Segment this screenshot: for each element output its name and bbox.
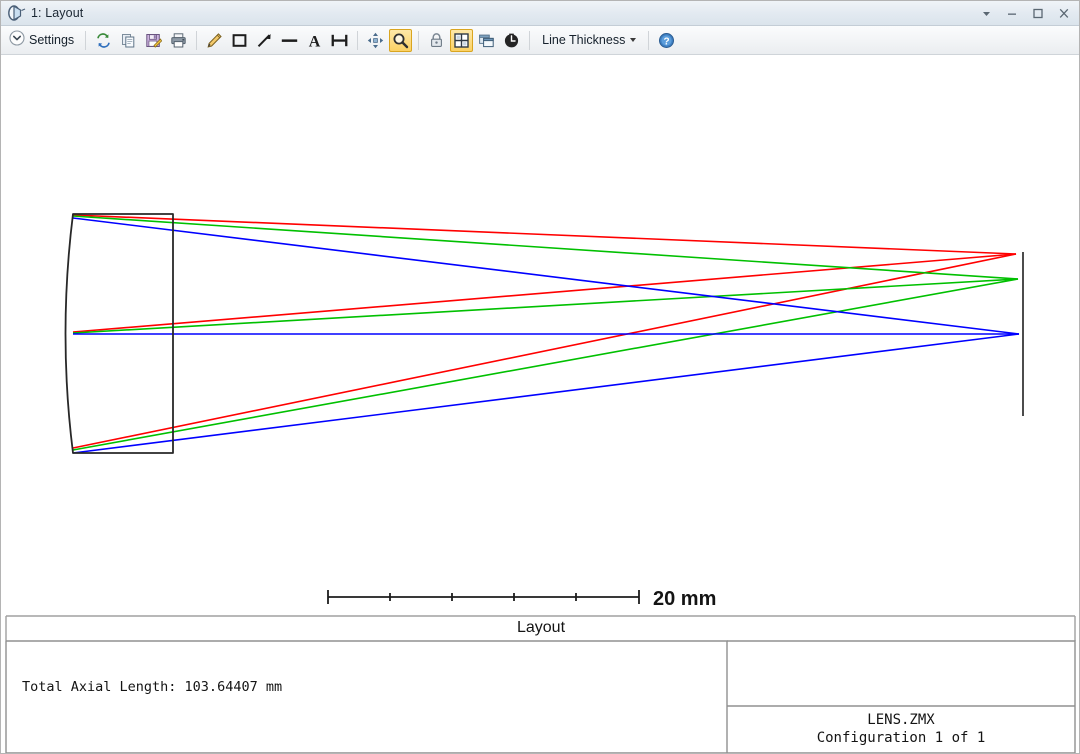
arrow-icon[interactable] [253, 29, 276, 52]
measure-icon[interactable] [328, 29, 351, 52]
clock-icon[interactable] [500, 29, 523, 52]
layout-plot-canvas[interactable]: 20 mm Layout Total Axial Length: 103.644… [2, 56, 1079, 754]
toolbar-separator-3 [357, 31, 358, 50]
lens-file-name: LENS.ZMX [867, 712, 935, 728]
help-icon[interactable]: ? [655, 29, 678, 52]
lock-icon[interactable] [425, 29, 448, 52]
minimize-button[interactable] [999, 1, 1025, 25]
toolbar-separator-2 [196, 31, 197, 50]
pan-icon[interactable] [364, 29, 387, 52]
save-image-icon[interactable] [142, 29, 165, 52]
total-axial-length-text: Total Axial Length: 103.64407 mm [22, 679, 282, 695]
pencil-icon[interactable] [203, 29, 226, 52]
maximize-button[interactable] [1025, 1, 1051, 25]
print-icon[interactable] [167, 29, 190, 52]
zoom-icon[interactable] [389, 29, 412, 52]
scale-bar-label: 20 mm [653, 588, 716, 610]
settings-label: Settings [29, 33, 74, 47]
toolbar-separator-4 [418, 31, 419, 50]
refresh-icon[interactable] [92, 29, 115, 52]
grid-icon[interactable] [450, 29, 473, 52]
svg-text:A: A [309, 33, 321, 49]
window-icon[interactable] [475, 29, 498, 52]
chevron-down-circle-icon [9, 30, 25, 51]
window-titlebar: 1: Layout [1, 1, 1080, 26]
titlebar-dropdown-button[interactable] [973, 1, 999, 25]
main-toolbar: Settings [1, 26, 1080, 55]
lens-layout-icon [6, 4, 28, 22]
svg-text:?: ? [664, 36, 670, 47]
settings-button[interactable]: Settings [6, 29, 79, 52]
window-title: 1: Layout [31, 1, 83, 26]
configuration-label: Configuration 1 of 1 [817, 730, 986, 746]
line-thickness-label: Line Thickness [542, 33, 625, 47]
toolbar-separator-6 [648, 31, 649, 50]
close-button[interactable] [1051, 1, 1077, 25]
plot-title: Layout [517, 619, 566, 636]
plot-background [2, 56, 1079, 754]
rectangle-icon[interactable] [228, 29, 251, 52]
copy-icon[interactable] [117, 29, 140, 52]
layout-window: 1: Layout Settings [0, 0, 1080, 754]
toolbar-separator-1 [85, 31, 86, 50]
line-icon[interactable] [278, 29, 301, 52]
text-icon[interactable]: A [303, 29, 326, 52]
line-thickness-dropdown[interactable]: Line Thickness [536, 29, 642, 52]
toolbar-separator-5 [529, 31, 530, 50]
layout-plot-svg: 20 mm Layout Total Axial Length: 103.644… [2, 56, 1079, 754]
chevron-down-icon [630, 38, 636, 42]
